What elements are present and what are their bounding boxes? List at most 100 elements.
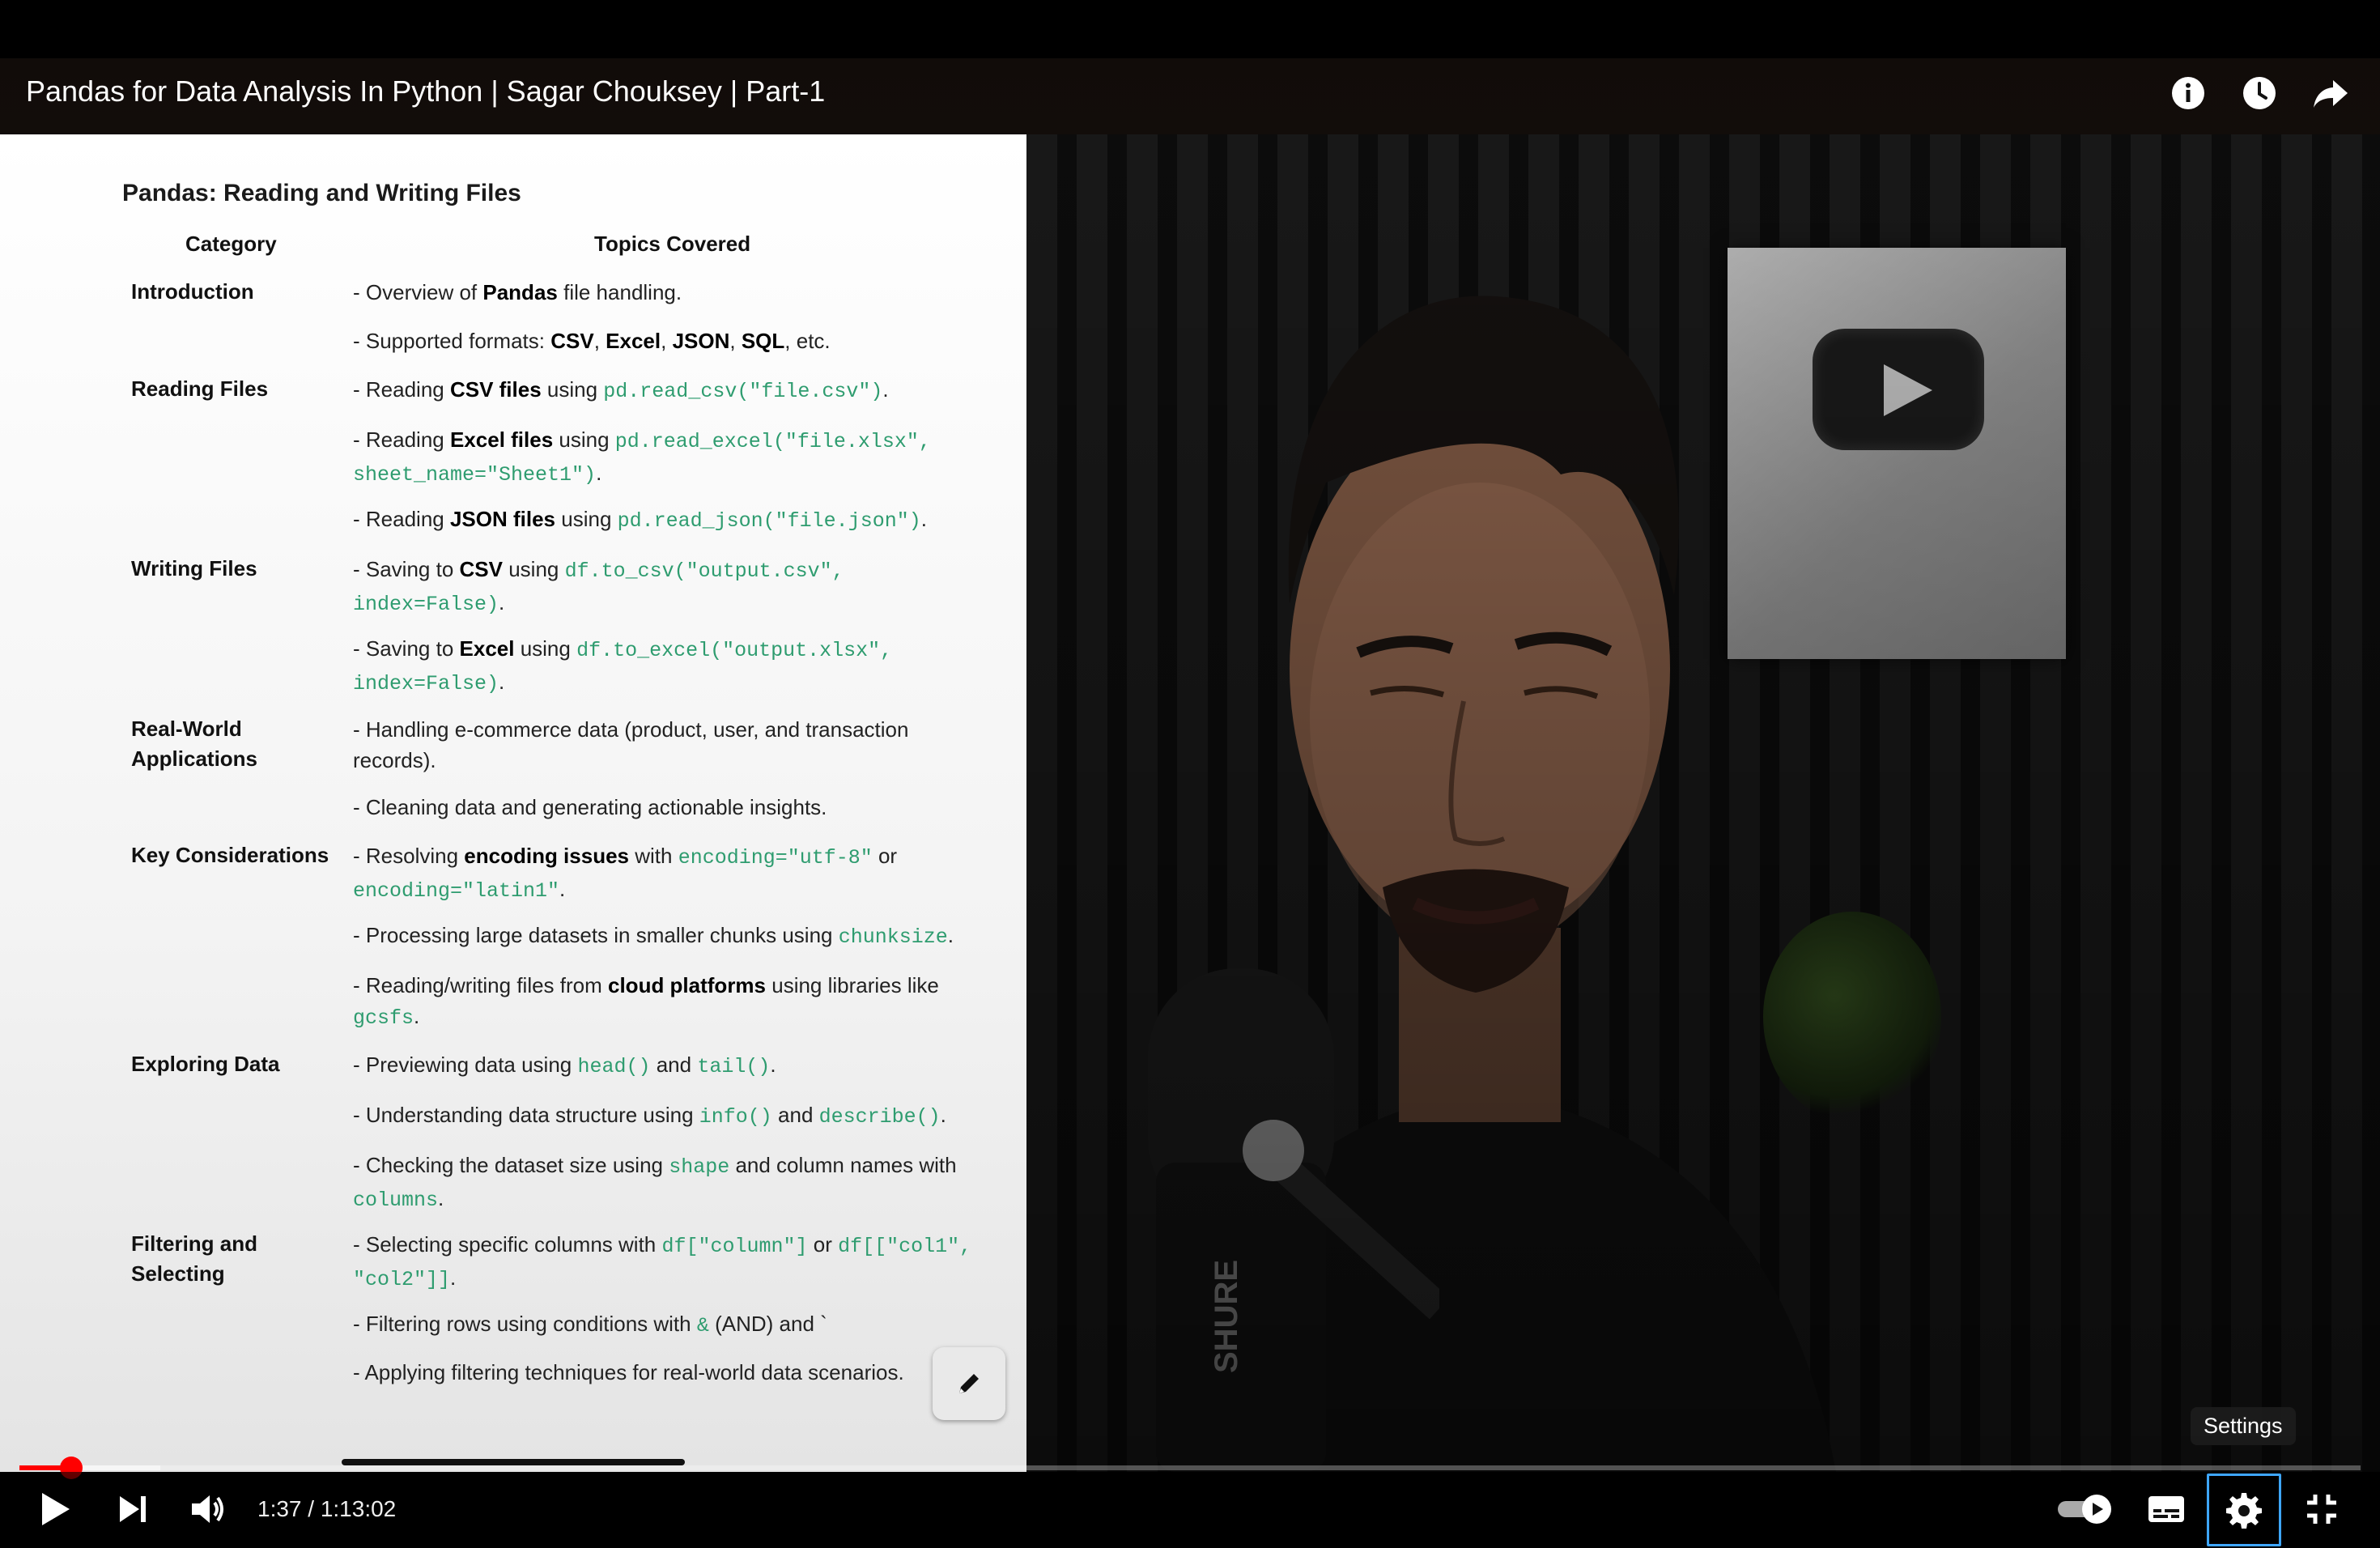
settings-tooltip: Settings — [2191, 1407, 2296, 1445]
code-text: df.to_csv("output.csv", — [564, 559, 844, 583]
category-line: Filtering and — [131, 1231, 257, 1256]
category-introduction: Introduction — [131, 279, 254, 304]
text: - Understanding data structure using — [353, 1103, 699, 1127]
text: . — [559, 877, 566, 901]
text: - Overview of — [353, 280, 483, 304]
column-header-category: Category — [185, 232, 277, 256]
code-text: gcsfs — [353, 1006, 414, 1030]
text: . — [438, 1186, 444, 1210]
text: - Filtering rows using conditions with — [353, 1312, 697, 1336]
next-button[interactable] — [104, 1480, 162, 1538]
topic-item: - Reading CSV files using pd.read_csv("f… — [353, 374, 984, 407]
text-bold: Excel files — [449, 427, 554, 452]
text-bold: CSV — [550, 329, 594, 353]
player-top-bar: Pandas for Data Analysis In Python | Sag… — [0, 0, 2380, 134]
category-writing-files: Writing Files — [131, 556, 257, 580]
time-display: 1:37 / 1:13:02 — [257, 1496, 397, 1521]
text: - Resolving — [353, 844, 465, 868]
text: or — [872, 844, 898, 868]
code-text: columns — [353, 1189, 439, 1212]
column-header-topics: Topics Covered — [594, 232, 751, 256]
code-text: encoding="utf-8" — [678, 846, 873, 870]
topic-item: - Saving to CSV using df.to_csv("output.… — [353, 554, 984, 620]
category-line: Selecting — [131, 1261, 225, 1286]
volume-button[interactable] — [180, 1480, 238, 1538]
play-button[interactable] — [26, 1480, 84, 1538]
play-icon — [42, 1493, 70, 1525]
code-text: index=False) — [353, 593, 499, 616]
slide-scrollbar[interactable] — [342, 1459, 685, 1465]
text: , etc. — [784, 329, 831, 353]
category-exploring-data: Exploring Data — [131, 1052, 280, 1076]
code-text: pd.read_csv("file.csv") — [603, 380, 883, 403]
code-text: encoding="latin1" — [353, 879, 560, 903]
code-text: tail() — [697, 1055, 771, 1078]
text: . — [770, 1053, 776, 1077]
topic-item: - Reading Excel files using pd.read_exce… — [353, 424, 984, 491]
slide-panel: Pandas: Reading and Writing Files Catego… — [0, 134, 1026, 1472]
text: , — [661, 329, 673, 353]
topic-item: - Supported formats: CSV, Excel, JSON, S… — [353, 325, 984, 356]
code-text: shape — [669, 1155, 730, 1179]
text: using — [555, 507, 618, 531]
subtitles-icon — [2148, 1496, 2184, 1522]
watch-later-icon[interactable] — [2241, 74, 2278, 112]
topic-item: - Cleaning data and generating actionabl… — [353, 795, 827, 819]
text: - Selecting specific columns with — [353, 1232, 662, 1257]
code-text: index=False) — [353, 672, 499, 695]
topic-item: - Saving to Excel using df.to_excel("out… — [353, 633, 984, 700]
text: . — [940, 1103, 946, 1127]
text: - Reading/writing files from — [353, 973, 608, 997]
code-text: "col2"]] — [353, 1268, 451, 1291]
settings-button[interactable] — [2207, 1474, 2281, 1546]
next-icon — [120, 1496, 146, 1522]
info-icon[interactable] — [2170, 74, 2207, 112]
text: - Saving to — [353, 557, 460, 581]
category-reading-files: Reading Files — [131, 376, 269, 401]
text: or — [807, 1232, 839, 1257]
text: , — [729, 329, 742, 353]
category-line: Applications — [131, 746, 258, 771]
text: and — [771, 1103, 819, 1127]
share-icon[interactable] — [2312, 74, 2349, 112]
exit-fullscreen-icon — [2307, 1495, 2336, 1524]
video-title[interactable]: Pandas for Data Analysis In Python | Sag… — [26, 74, 825, 108]
category-real-world: Real-World Applications — [131, 714, 257, 774]
text: using libraries like — [766, 973, 939, 997]
text: . — [414, 1004, 420, 1028]
exit-fullscreen-button[interactable] — [2293, 1480, 2351, 1538]
text-bold: Excel — [606, 329, 661, 353]
autoplay-toggle[interactable] — [2053, 1480, 2118, 1538]
settings-icon — [2226, 1493, 2262, 1529]
text: and — [650, 1053, 698, 1077]
text: - Supported formats: — [353, 329, 551, 353]
topic-item: - Applying filtering techniques for real… — [353, 1360, 904, 1384]
text: . — [450, 1265, 457, 1290]
text-bold: encoding issues — [464, 844, 630, 868]
progress-bar[interactable] — [19, 1457, 2361, 1479]
text: . — [920, 507, 927, 531]
subtitles-button[interactable] — [2137, 1480, 2195, 1538]
code-text: head() — [577, 1055, 651, 1078]
text-bold: JSON files — [449, 507, 556, 531]
text-bold: CSV — [459, 557, 503, 581]
category-line: Real-World — [131, 717, 242, 741]
edit-pencil-icon[interactable] — [933, 1347, 1005, 1420]
code-text: & — [696, 1314, 709, 1337]
text: - Reading — [353, 377, 450, 402]
topic-item: - Handling e-commerce data (product, use… — [353, 717, 909, 772]
text-bold: SQL — [741, 329, 785, 353]
text: (AND) and ` — [708, 1312, 827, 1336]
text-bold: Excel — [459, 636, 515, 661]
text: - Checking the dataset size using — [353, 1153, 669, 1177]
top-icons — [2170, 74, 2349, 112]
text: file handling. — [557, 280, 682, 304]
text: . — [499, 670, 505, 694]
topic-item: - Reading JSON files using pd.read_json(… — [353, 504, 984, 537]
text: - Saving to — [353, 636, 460, 661]
topic-item: - Previewing data using head() and tail(… — [353, 1049, 984, 1082]
text: using — [502, 557, 565, 581]
text-bold: Pandas — [482, 280, 558, 304]
video-frame[interactable]: SHURE Pandas: Reading and Writing Files … — [0, 134, 2380, 1472]
topic-item: - Overview of Pandas file handling. — [353, 277, 984, 308]
